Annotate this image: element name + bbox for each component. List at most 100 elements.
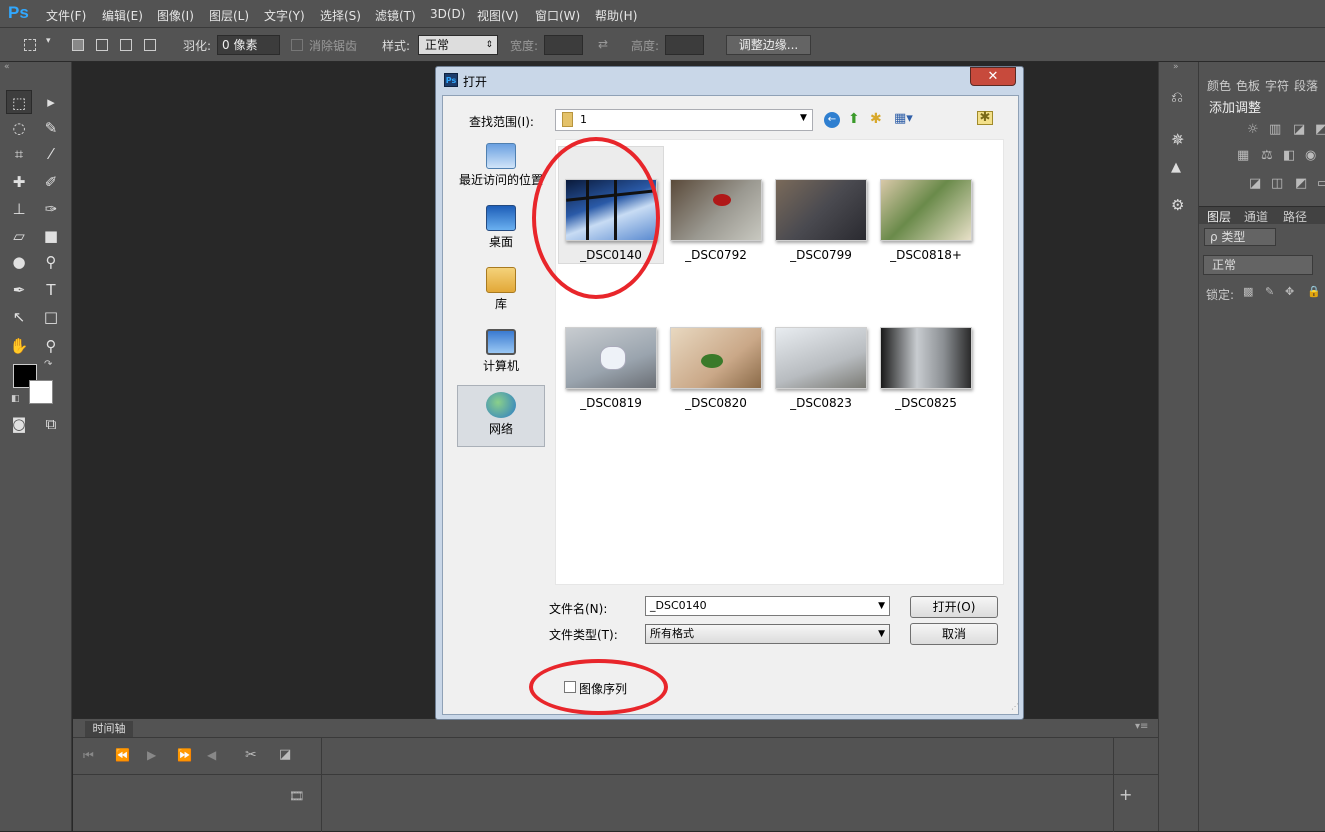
- menu-help[interactable]: 帮助(H): [595, 7, 637, 24]
- menu-type[interactable]: 文字(Y): [264, 7, 305, 24]
- file-name[interactable]: _DSC0825: [873, 396, 979, 410]
- lock-position-icon[interactable]: ✥: [1285, 285, 1294, 298]
- hand-tool-icon[interactable]: ✋: [6, 334, 32, 358]
- color-balance-icon[interactable]: ⚖: [1261, 148, 1273, 163]
- move-tool-icon[interactable]: ▸: [38, 90, 64, 114]
- screen-mode-icon[interactable]: ⧉: [38, 412, 64, 436]
- first-frame-icon[interactable]: ⏮: [83, 748, 94, 763]
- next-frame-icon[interactable]: ⏩: [177, 748, 192, 762]
- vibrance-icon[interactable]: ▦: [1237, 148, 1249, 163]
- tab-paragraph[interactable]: 段落: [1294, 77, 1318, 94]
- split-scissors-icon[interactable]: ✂: [245, 747, 257, 763]
- menu-file[interactable]: 文件(F): [46, 7, 86, 24]
- properties-icon[interactable]: ⚙: [1171, 196, 1184, 214]
- lock-all-icon[interactable]: 🔒: [1307, 285, 1321, 298]
- place-libraries[interactable]: 库: [457, 261, 545, 321]
- menu-filter[interactable]: 滤镜(T): [375, 7, 416, 24]
- add-selection-icon[interactable]: [96, 39, 108, 51]
- menu-edit[interactable]: 编辑(E): [102, 7, 143, 24]
- image-thumbnail[interactable]: [670, 179, 762, 241]
- feather-input[interactable]: 0 像素: [217, 35, 280, 55]
- history-icon[interactable]: ⎌: [1171, 88, 1183, 106]
- photo-filter-icon[interactable]: ◉: [1305, 148, 1316, 163]
- image-thumbnail[interactable]: [670, 327, 762, 389]
- navigator-icon[interactable]: ✵: [1171, 130, 1184, 149]
- layer-kind-filter[interactable]: ρ 类型: [1204, 228, 1276, 246]
- path-select-tool-icon[interactable]: ↖: [6, 305, 32, 329]
- tab-character[interactable]: 字符: [1265, 77, 1289, 94]
- lock-paint-icon[interactable]: ✎: [1265, 285, 1274, 298]
- back-icon[interactable]: ←: [824, 112, 840, 128]
- antialias-checkbox[interactable]: [291, 39, 303, 51]
- file-name[interactable]: _DSC0799: [768, 248, 874, 262]
- lookin-select[interactable]: 1 ▼: [555, 109, 813, 131]
- posterize-icon[interactable]: ◫: [1271, 176, 1283, 191]
- exposure-icon[interactable]: ◩: [1315, 122, 1325, 137]
- menu-window[interactable]: 窗口(W): [535, 7, 580, 24]
- filetype-select[interactable]: 所有格式 ▼: [645, 624, 890, 644]
- transition-icon[interactable]: ◪: [279, 747, 291, 762]
- marquee-preset-icon[interactable]: [24, 39, 36, 51]
- file-name[interactable]: _DSC0792: [663, 248, 769, 262]
- tab-layers[interactable]: 图层: [1207, 208, 1231, 225]
- close-button[interactable]: ✕: [970, 67, 1016, 86]
- brightness-icon[interactable]: ☼: [1247, 122, 1259, 137]
- black-white-icon[interactable]: ◧: [1283, 148, 1295, 163]
- zoom-tool-icon[interactable]: ⚲: [38, 334, 64, 358]
- threshold-icon[interactable]: ◩: [1295, 176, 1307, 191]
- menu-3d[interactable]: 3D(D): [430, 7, 465, 21]
- invert-icon[interactable]: ◪: [1249, 176, 1261, 191]
- add-track-icon[interactable]: +: [1119, 785, 1132, 804]
- image-thumbnail[interactable]: [775, 179, 867, 241]
- play-icon[interactable]: ▶: [147, 748, 156, 762]
- image-thumbnail[interactable]: [880, 327, 972, 389]
- menu-select[interactable]: 选择(S): [320, 7, 361, 24]
- tab-channels[interactable]: 通道: [1244, 208, 1268, 225]
- brush-tool-icon[interactable]: ✐: [38, 170, 64, 194]
- histogram-icon[interactable]: ▲: [1171, 160, 1181, 175]
- quick-select-tool-icon[interactable]: ✎: [38, 116, 64, 140]
- gradient-tool-icon[interactable]: ■: [38, 224, 64, 248]
- marquee-tool-icon[interactable]: ⬚: [6, 90, 32, 114]
- refine-edge-button[interactable]: 调整边缘...: [726, 35, 811, 55]
- subtract-selection-icon[interactable]: [120, 39, 132, 51]
- resize-grip-icon[interactable]: ⋰: [1011, 702, 1019, 711]
- up-folder-icon[interactable]: ⬆: [848, 111, 860, 127]
- audio-icon[interactable]: ◀: [207, 748, 216, 762]
- curves-icon[interactable]: ◪: [1293, 122, 1305, 137]
- file-name[interactable]: _DSC0823: [768, 396, 874, 410]
- height-input[interactable]: [665, 35, 704, 55]
- film-icon[interactable]: 🎞: [289, 789, 304, 803]
- collapse-icon[interactable]: »: [1173, 62, 1179, 72]
- levels-icon[interactable]: ▥: [1269, 122, 1281, 137]
- open-button[interactable]: 打开(O): [910, 596, 998, 618]
- cancel-button[interactable]: 取消: [910, 623, 998, 645]
- filename-input[interactable]: _DSC0140 ▼: [645, 596, 890, 616]
- crop-tool-icon[interactable]: ⌗: [6, 142, 32, 166]
- place-computer[interactable]: 计算机: [457, 323, 545, 383]
- clone-stamp-tool-icon[interactable]: ⊥: [6, 197, 32, 221]
- tab-color[interactable]: 颜色: [1207, 77, 1231, 94]
- place-network[interactable]: 网络: [457, 385, 545, 447]
- type-tool-icon[interactable]: T: [38, 278, 64, 302]
- image-thumbnail[interactable]: [775, 327, 867, 389]
- prev-frame-icon[interactable]: ⏪: [115, 748, 130, 762]
- dodge-tool-icon[interactable]: ⚲: [38, 250, 64, 274]
- blend-mode-select[interactable]: 正常: [1203, 255, 1313, 275]
- view-menu-icon[interactable]: ▦▾: [894, 111, 913, 126]
- panel-menu-icon[interactable]: ▾≡: [1135, 721, 1148, 732]
- eyedropper-tool-icon[interactable]: ⁄: [38, 142, 64, 166]
- history-brush-tool-icon[interactable]: ✑: [38, 197, 64, 221]
- menu-layer[interactable]: 图层(L): [209, 7, 249, 24]
- file-name[interactable]: _DSC0820: [663, 396, 769, 410]
- eraser-tool-icon[interactable]: ▱: [6, 224, 32, 248]
- file-name[interactable]: _DSC0818+: [873, 248, 979, 262]
- pen-tool-icon[interactable]: ✒: [6, 278, 32, 302]
- menu-view[interactable]: 视图(V): [477, 7, 519, 24]
- intersect-selection-icon[interactable]: [144, 39, 156, 51]
- new-selection-icon[interactable]: [72, 39, 84, 51]
- favorite-folder-icon[interactable]: ✱: [977, 111, 993, 125]
- gradient-map-icon[interactable]: ▭: [1317, 176, 1325, 191]
- menu-image[interactable]: 图像(I): [157, 7, 194, 24]
- image-thumbnail[interactable]: [565, 327, 657, 389]
